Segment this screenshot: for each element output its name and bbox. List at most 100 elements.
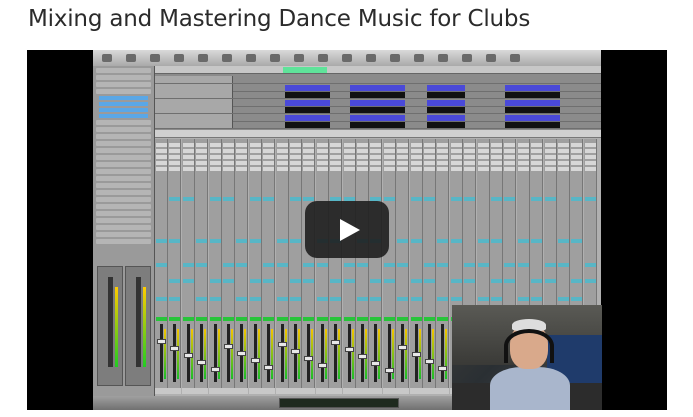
mixer-channel-strip <box>369 139 383 394</box>
arrange-track <box>155 121 601 129</box>
mixer-channel-strip <box>155 139 168 394</box>
inspector-row <box>96 239 151 244</box>
daw-toolbar <box>93 50 601 66</box>
mixer-channel-strip <box>195 139 209 394</box>
inspector-row <box>99 102 148 106</box>
mixer-channel-strip <box>329 139 343 394</box>
arrange-region <box>505 92 560 98</box>
page-title: Mixing and Mastering Dance Music for Clu… <box>28 6 531 32</box>
inspector-row <box>99 114 148 118</box>
toolbar-icon <box>313 54 333 62</box>
inspector-channel-strip <box>97 266 123 386</box>
inspector-row <box>96 211 151 216</box>
mixer-channel-strip <box>315 139 329 394</box>
toolbar-icon <box>265 54 285 62</box>
arrange-region <box>350 92 405 98</box>
inspector-row <box>96 176 151 181</box>
arrange-region <box>427 92 465 98</box>
arrange-region <box>350 122 405 128</box>
toolbar-icon <box>337 54 357 62</box>
mixer-channel-strip <box>289 139 302 394</box>
mixer-channel-strip <box>222 139 235 394</box>
inspector-row <box>96 75 151 80</box>
inspector-row <box>96 148 151 153</box>
inspector-row <box>96 89 151 94</box>
mixer-channel-strip <box>436 139 450 394</box>
mixer-channel-strip <box>181 139 195 394</box>
toolbar-icon <box>481 54 501 62</box>
toolbar-icon <box>289 54 309 62</box>
inspector-row <box>96 162 151 167</box>
inspector-row <box>96 218 151 223</box>
inspector-output-strip <box>125 266 151 386</box>
arrange-region <box>285 107 330 113</box>
presenter-webcam <box>452 305 602 410</box>
mixer-channel-strip <box>208 139 222 394</box>
mixer-channel-strip <box>248 139 262 394</box>
toolbar-icon <box>409 54 429 62</box>
arrange-region <box>350 114 405 121</box>
toolbar-icon <box>385 54 405 62</box>
arrange-region <box>505 99 560 106</box>
mixer-channel-strip <box>382 139 396 394</box>
arrange-region <box>285 84 330 91</box>
loop-region <box>283 67 327 73</box>
arrange-region <box>427 122 465 128</box>
toolbar-icon <box>433 54 453 62</box>
play-button[interactable] <box>305 201 389 258</box>
arrange-region <box>350 99 405 106</box>
inspector-row <box>96 155 151 160</box>
inspector-row <box>96 134 151 139</box>
toolbar-icon <box>505 54 525 62</box>
inspector-row <box>96 68 151 73</box>
toolbar-icon <box>145 54 165 62</box>
mixer-channel-strip <box>262 139 276 394</box>
toolbar-icon <box>217 54 237 62</box>
arrange-region <box>285 122 330 128</box>
inspector-row <box>96 82 151 87</box>
inspector-row <box>96 183 151 188</box>
inspector-row <box>96 127 151 132</box>
mixer-channel-strip <box>356 139 369 394</box>
arrange-region <box>427 114 465 121</box>
arrange-region <box>285 92 330 98</box>
inspector-row <box>99 96 148 100</box>
arrange-region <box>505 84 560 91</box>
mixer-channel-strip <box>302 139 316 394</box>
toolbar-icon <box>241 54 261 62</box>
toolbar-icon <box>169 54 189 62</box>
toolbar-icon <box>193 54 213 62</box>
mixer-channel-strip <box>423 139 436 394</box>
arrange-region <box>505 114 560 121</box>
arrange-region <box>427 84 465 91</box>
mixer-channel-strip <box>168 139 182 394</box>
arrange-region <box>427 99 465 106</box>
play-icon <box>339 218 360 241</box>
arrange-region <box>285 99 330 106</box>
mixer-channel-strip <box>396 139 410 394</box>
toolbar-icon <box>361 54 381 62</box>
toolbar-icon <box>97 54 117 62</box>
mixer-channel-strip <box>342 139 356 394</box>
inspector-row <box>96 232 151 237</box>
mixer-channel-strip <box>275 139 289 394</box>
toolbar-icon <box>457 54 477 62</box>
mixer-header <box>155 130 601 138</box>
inspector-row <box>96 197 151 202</box>
transport-display <box>279 398 399 408</box>
mixer-channel-strip <box>409 139 423 394</box>
arrange-region <box>350 84 405 91</box>
inspector-row <box>96 141 151 146</box>
arrange-region <box>285 114 330 121</box>
daw-inspector <box>93 66 155 396</box>
inspector-row <box>96 204 151 209</box>
inspector-row <box>96 225 151 230</box>
inspector-row <box>96 190 151 195</box>
inspector-row <box>99 108 148 112</box>
daw-arrange-area <box>155 66 601 130</box>
video-player[interactable] <box>27 50 667 410</box>
arrange-region <box>505 107 560 113</box>
arrange-region <box>350 107 405 113</box>
arrange-region <box>505 122 560 128</box>
inspector-row <box>96 120 151 125</box>
